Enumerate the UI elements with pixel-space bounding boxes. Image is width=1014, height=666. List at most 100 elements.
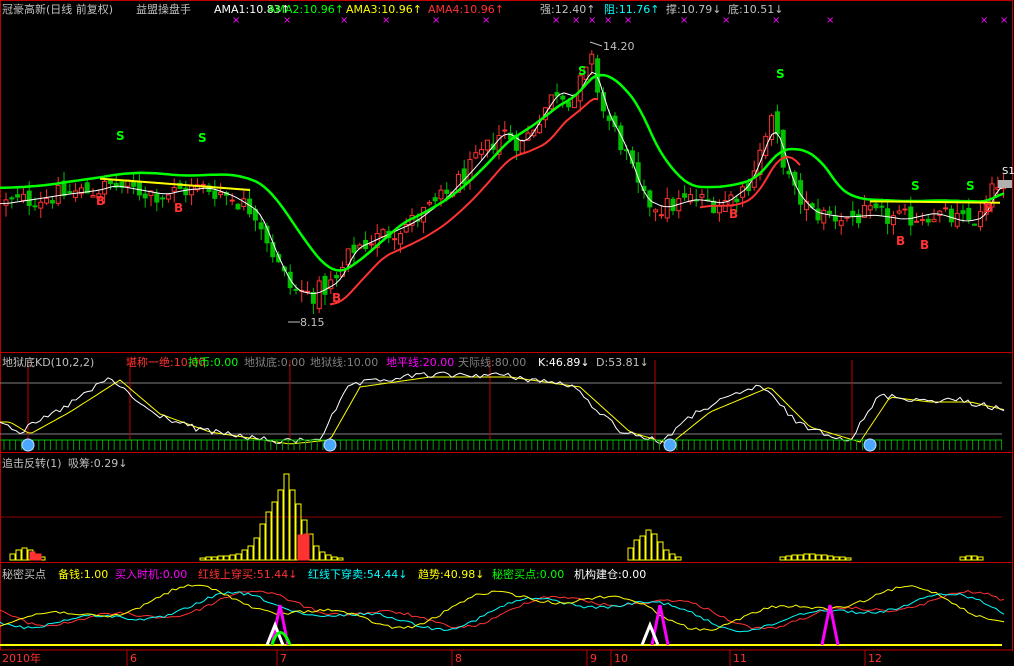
candle-body-5 bbox=[32, 205, 38, 208]
candle-body-159 bbox=[925, 218, 931, 223]
red-line-up bbox=[0, 589, 1005, 630]
sell-signal-3: S bbox=[776, 67, 785, 81]
kd-header-0: 地狱底KD(10,2,2) bbox=[2, 355, 94, 369]
buy-signal-0: B bbox=[96, 194, 105, 208]
candle-body-81 bbox=[473, 152, 479, 159]
xaxis-label-4: 9 bbox=[590, 652, 597, 665]
main-header-3: AMA2:10.96↑ bbox=[268, 3, 344, 16]
top-marker-13: × bbox=[772, 15, 780, 26]
candle-body-155 bbox=[902, 208, 908, 211]
rev-bar bbox=[337, 557, 344, 561]
xaxis-label-2: 7 bbox=[280, 652, 287, 665]
secret-header-7: 机构建仓:0.00 bbox=[574, 567, 646, 581]
secret-header-3: 红线上穿买:51.44↓ bbox=[198, 567, 297, 581]
rev-bar bbox=[779, 556, 786, 561]
rev-bar bbox=[959, 556, 966, 561]
candle-body-167 bbox=[972, 223, 978, 226]
sell-signal-1: S bbox=[198, 131, 207, 145]
candle-body-23 bbox=[136, 182, 142, 196]
rev-bar bbox=[809, 553, 816, 561]
buy-signal-5: B bbox=[920, 238, 929, 252]
top-marker-14: × bbox=[826, 15, 834, 26]
candle-body-3 bbox=[20, 193, 26, 202]
candle-body-156 bbox=[908, 206, 914, 226]
candle-body-101 bbox=[589, 53, 595, 65]
candle-body-76 bbox=[444, 189, 450, 194]
top-marker-10: × bbox=[624, 15, 632, 26]
candle-body-112 bbox=[653, 209, 659, 213]
candle-body-36 bbox=[212, 190, 218, 199]
top-marker-16: × bbox=[1000, 15, 1008, 26]
kd-header-2: 持币:0.00 bbox=[188, 355, 238, 369]
candle-body-74 bbox=[432, 197, 438, 202]
rev-bar bbox=[235, 553, 242, 561]
candle-body-11 bbox=[67, 191, 73, 194]
rev-bar bbox=[259, 523, 266, 561]
sell-signal-5: S bbox=[966, 179, 975, 193]
candle-body-37 bbox=[218, 191, 224, 196]
candle-body-53 bbox=[310, 291, 316, 304]
top-marker-5: × bbox=[482, 15, 490, 26]
rev-bar bbox=[277, 489, 284, 561]
xaxis-label-7: 12 bbox=[868, 652, 882, 665]
main-price-panel: S SS SS SB BBBB BB14.208.15S1× × × × × × × × × × × × × × × ×… bbox=[0, 15, 1014, 329]
rev-bar bbox=[29, 551, 36, 561]
x-axis: 2010年 6 7 8 9 10 11 12 bbox=[0, 649, 1012, 666]
candle-body-86 bbox=[502, 129, 508, 132]
rev-bar bbox=[797, 554, 804, 561]
rev-bar bbox=[217, 555, 224, 561]
top-marker-12: × bbox=[722, 15, 730, 26]
kd-header-5: 地平线:20.00 bbox=[386, 355, 454, 369]
candle-body-8 bbox=[49, 200, 55, 204]
candle-body-96 bbox=[560, 95, 566, 100]
candle-body-131 bbox=[763, 135, 769, 157]
main-header-8: 撑:10.79↓ bbox=[666, 2, 721, 16]
reversal-panel bbox=[0, 473, 1002, 561]
candle-body-162 bbox=[943, 207, 949, 210]
candle-body-68 bbox=[397, 233, 403, 245]
candle-body-28 bbox=[165, 194, 171, 200]
candle-body-31 bbox=[183, 187, 189, 196]
sell-signal-2: S bbox=[578, 64, 587, 78]
rev-bar bbox=[803, 553, 810, 561]
rev-bar bbox=[845, 557, 852, 561]
candle-body-151 bbox=[879, 205, 885, 208]
secret-header-6: 秘密买点:0.00 bbox=[492, 567, 564, 581]
rev-bar bbox=[669, 553, 676, 561]
candle-body-157 bbox=[914, 220, 920, 223]
kd-header-3: 地狱底:0.00 bbox=[244, 355, 305, 369]
candle-body-146 bbox=[850, 210, 856, 218]
candle-body-104 bbox=[606, 115, 612, 121]
rev-bar bbox=[651, 533, 658, 561]
rev-bar bbox=[313, 545, 320, 561]
candle-body-4 bbox=[26, 190, 32, 206]
panel-frames bbox=[0, 0, 1013, 651]
right-label: S1 bbox=[1002, 166, 1014, 177]
main-header-7: 阻:11.76↑ bbox=[604, 3, 659, 16]
rev-bar bbox=[265, 511, 272, 561]
candle-body-50 bbox=[293, 288, 299, 291]
candle-body-39 bbox=[229, 199, 235, 202]
candle-body-17 bbox=[102, 180, 108, 195]
candle-body-24 bbox=[142, 193, 148, 199]
main-header-9: 底:10.51↓ bbox=[728, 2, 783, 16]
right-price-tag bbox=[998, 180, 1012, 188]
candle-body-82 bbox=[479, 149, 485, 155]
candle-body-134 bbox=[780, 129, 786, 168]
rev-bar bbox=[199, 557, 206, 561]
secret-header-2: 买入时机:0.00 bbox=[115, 567, 187, 581]
ama4-line bbox=[329, 97, 599, 306]
candle-body-44 bbox=[258, 222, 264, 230]
candle-body-142 bbox=[827, 210, 833, 214]
kd-header-6: 天际线:80.00 bbox=[458, 355, 526, 369]
candle-body-143 bbox=[832, 215, 838, 222]
candle-body-158 bbox=[919, 219, 925, 222]
candle-body-117 bbox=[682, 193, 688, 198]
rev-bar bbox=[639, 535, 646, 561]
hell-bottom-dot-0 bbox=[21, 438, 35, 452]
rev-bar bbox=[633, 539, 640, 561]
top-marker-15: × bbox=[980, 15, 988, 26]
red-line-down bbox=[0, 591, 1005, 633]
candle-body-97 bbox=[566, 101, 572, 108]
rev-header-0: 追击反转(1) bbox=[2, 456, 62, 470]
